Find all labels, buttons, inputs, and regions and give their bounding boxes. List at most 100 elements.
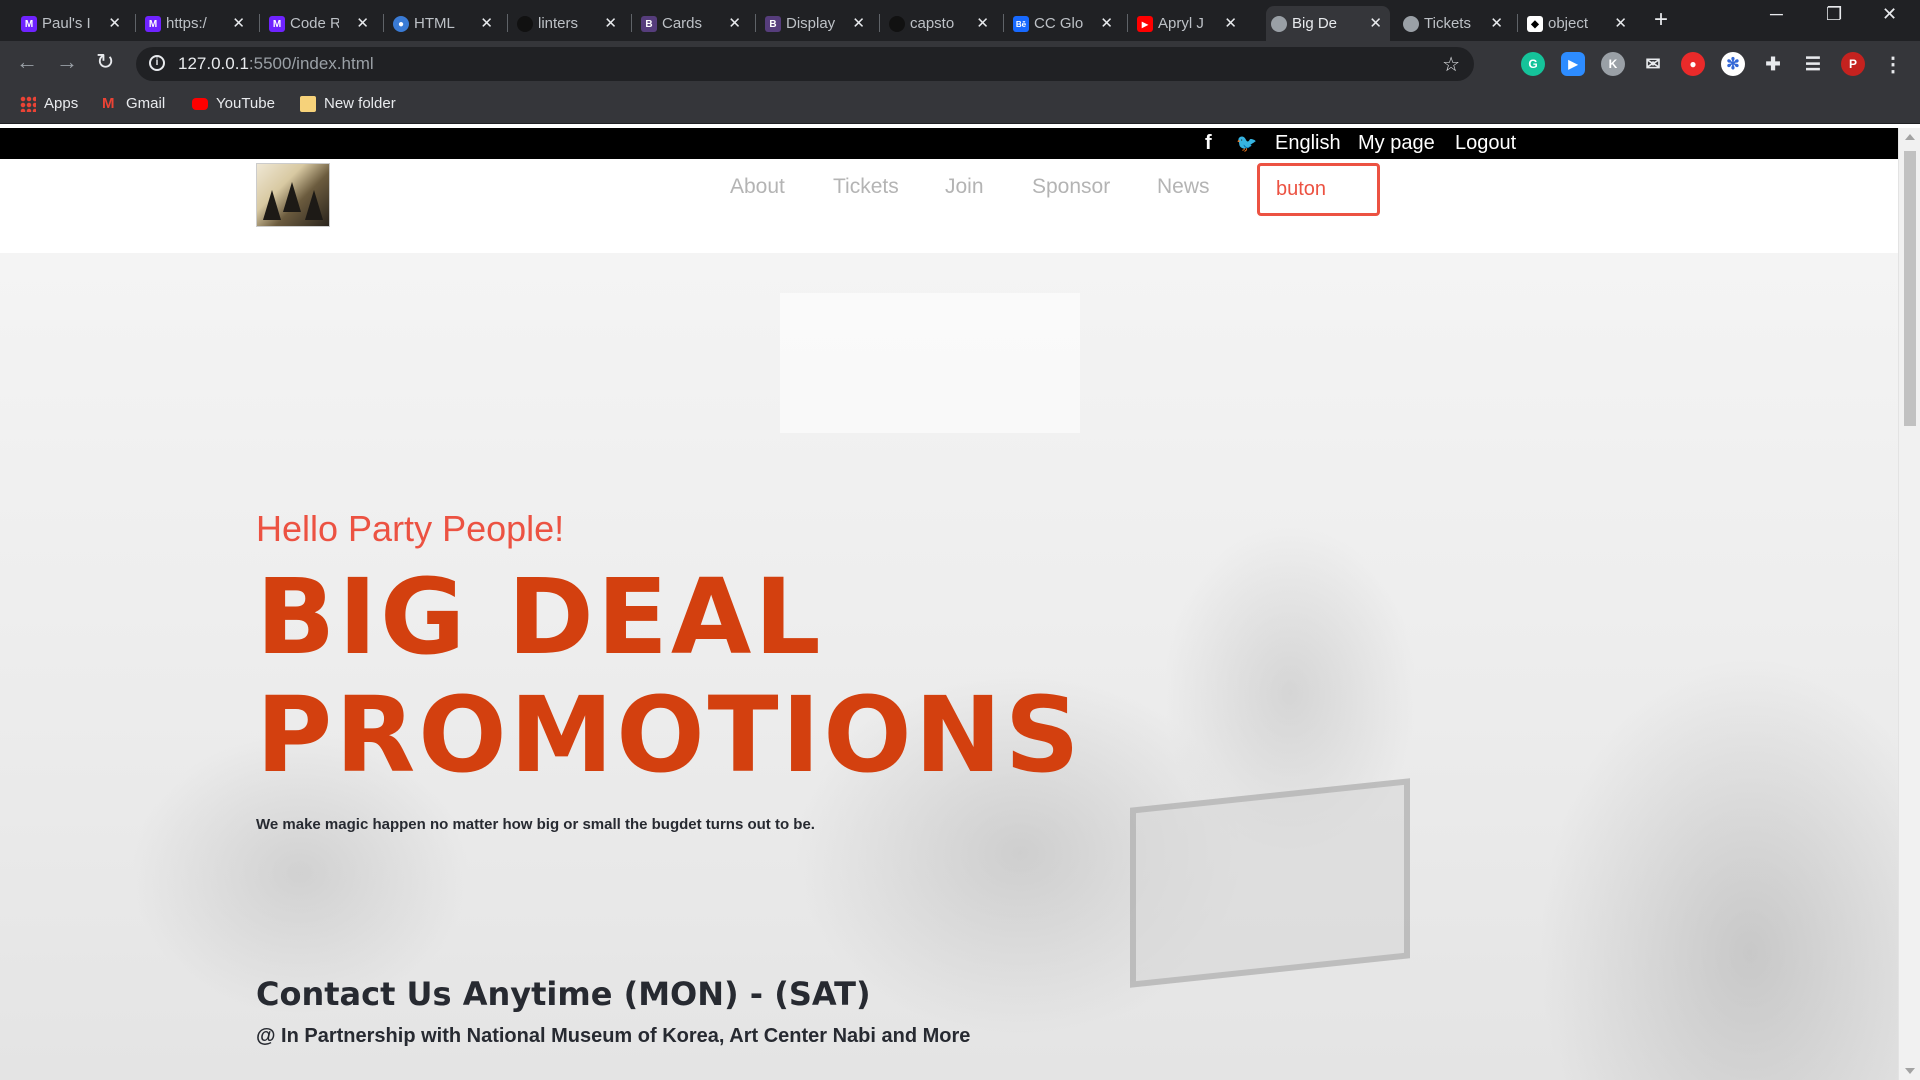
new-tab-button[interactable]: + xyxy=(1654,8,1668,32)
nav-about[interactable]: About xyxy=(730,175,785,199)
tab-label: Code R xyxy=(290,15,339,32)
bookmark-youtube[interactable]: YouTube xyxy=(192,95,275,112)
url-text[interactable]: 127.0.0.1:5500/index.html xyxy=(178,54,374,74)
folder-icon xyxy=(300,95,316,112)
close-icon[interactable]: ✕ xyxy=(108,14,121,32)
close-icon[interactable]: ✕ xyxy=(356,14,369,32)
bookmark-new-folder[interactable]: New folder xyxy=(300,95,396,112)
tab[interactable]: ● HTML ✕ xyxy=(388,6,501,41)
close-icon[interactable]: ✕ xyxy=(728,14,741,32)
language-link[interactable]: English xyxy=(1275,132,1341,155)
hero-greeting: Hello Party People! xyxy=(256,508,565,549)
restore-button[interactable]: ❐ xyxy=(1826,4,1842,25)
nav-tickets[interactable]: Tickets xyxy=(833,175,899,199)
tab[interactable]: ▶ Apryl J ✕ xyxy=(1132,6,1245,41)
forward-icon[interactable]: → xyxy=(56,51,78,73)
close-icon[interactable]: ✕ xyxy=(1369,14,1382,32)
mail-icon[interactable]: ✉ xyxy=(1641,52,1665,76)
reload-icon[interactable]: ↻ xyxy=(96,51,114,73)
close-icon[interactable]: ✕ xyxy=(480,14,493,32)
menu-icon[interactable]: ⋮ xyxy=(1881,52,1905,76)
scroll-up-icon[interactable] xyxy=(1905,134,1915,140)
media-queue-icon[interactable]: ☰ xyxy=(1801,52,1825,76)
twitter-icon[interactable]: 🐦 xyxy=(1236,134,1257,154)
close-icon[interactable]: ✕ xyxy=(1100,14,1113,32)
my-page-link[interactable]: My page xyxy=(1358,132,1435,155)
bootstrap-icon: B xyxy=(765,16,781,32)
minimize-button[interactable]: ─ xyxy=(1770,4,1783,25)
url-host: 127.0.0.1 xyxy=(178,54,249,73)
page-viewport: f 🐦 English My page Logout About Tickets… xyxy=(0,128,1898,1080)
tab-label: https:/ xyxy=(166,15,207,32)
scrollbar-thumb[interactable] xyxy=(1904,151,1916,426)
tab[interactable]: ◆ object ✕ xyxy=(1522,6,1635,41)
site-header: About Tickets Join Sponsor News buton xyxy=(0,159,1898,260)
close-icon[interactable]: ✕ xyxy=(1614,14,1627,32)
close-icon[interactable]: ✕ xyxy=(852,14,865,32)
back-icon[interactable]: ← xyxy=(16,51,38,73)
youtube-icon xyxy=(192,97,208,110)
page-scrollbar[interactable] xyxy=(1898,128,1920,1080)
globe-icon xyxy=(1403,16,1419,32)
url-path: :5500/index.html xyxy=(248,54,374,73)
close-icon[interactable]: ✕ xyxy=(232,14,245,32)
profile-avatar[interactable]: P xyxy=(1841,52,1865,76)
snowflake-icon[interactable]: ✻ xyxy=(1721,52,1745,76)
close-window-button[interactable]: ✕ xyxy=(1882,4,1897,25)
scroll-down-icon[interactable] xyxy=(1905,1068,1915,1074)
grammarly-icon[interactable]: G xyxy=(1521,52,1545,76)
microverse-icon: M xyxy=(145,16,161,32)
microverse-icon: M xyxy=(269,16,285,32)
bookmark-gmail[interactable]: M Gmail xyxy=(102,95,165,112)
tab[interactable]: M Code R ✕ xyxy=(264,6,377,41)
tab[interactable]: B Display ✕ xyxy=(760,6,873,41)
partner-text: @ In Partnership with National Museum of… xyxy=(256,1025,971,1047)
bookmarks-bar: Apps M Gmail YouTube New folder xyxy=(0,88,1920,124)
tab-label: Display xyxy=(786,15,835,32)
address-bar[interactable]: i 127.0.0.1:5500/index.html ☆ xyxy=(136,47,1474,81)
tab-active[interactable]: Big De ✕ xyxy=(1266,6,1390,41)
bookmark-apps[interactable]: Apps xyxy=(20,95,78,112)
hero-tagline: We make magic happen no matter how big o… xyxy=(256,816,815,833)
close-icon[interactable]: ✕ xyxy=(1490,14,1503,32)
bookmark-label: Gmail xyxy=(126,95,166,112)
behance-icon: Bē xyxy=(1013,16,1029,32)
tab[interactable]: M Paul's I ✕ xyxy=(16,6,129,41)
close-icon[interactable]: ✕ xyxy=(976,14,989,32)
tab-label: linters xyxy=(538,15,579,32)
extension-red-icon[interactable]: ● xyxy=(1681,52,1705,76)
nav-join[interactable]: Join xyxy=(945,175,984,199)
github-icon xyxy=(517,16,533,32)
tab-label: Paul's I xyxy=(42,15,91,32)
bookmark-label: Apps xyxy=(44,95,79,112)
bookmark-star-icon[interactable]: ☆ xyxy=(1442,52,1460,77)
extension-k-icon[interactable]: K xyxy=(1601,52,1625,76)
contact-heading: Contact Us Anytime (MON) - (SAT) xyxy=(256,975,871,1013)
puzzle-icon[interactable]: ✚ xyxy=(1761,52,1785,76)
tab[interactable]: Tickets ✕ xyxy=(1398,6,1511,41)
tab-strip: M Paul's I ✕ M https:/ ✕ M Code R ✕ ● HT… xyxy=(0,0,1920,41)
tab[interactable]: B Cards ✕ xyxy=(636,6,749,41)
tab[interactable]: capsto ✕ xyxy=(884,6,997,41)
close-icon[interactable]: ✕ xyxy=(1224,14,1237,32)
chat-icon: ● xyxy=(393,16,409,32)
nav-news[interactable]: News xyxy=(1157,175,1210,199)
tab-label: Tickets xyxy=(1424,15,1471,32)
tab-label: HTML xyxy=(414,15,455,32)
tab[interactable]: linters ✕ xyxy=(512,6,625,41)
zoom-icon[interactable]: ▶ xyxy=(1561,52,1585,76)
info-icon[interactable]: i xyxy=(149,55,165,71)
logout-link[interactable]: Logout xyxy=(1455,132,1516,155)
globe-icon xyxy=(1271,16,1287,32)
gmail-icon: M xyxy=(102,94,115,112)
github-icon xyxy=(889,16,905,32)
logo[interactable] xyxy=(256,163,330,227)
close-icon[interactable]: ✕ xyxy=(604,14,617,32)
facebook-icon[interactable]: f xyxy=(1205,132,1212,155)
browser-toolbar: ← → ↻ i 127.0.0.1:5500/index.html ☆ G ▶ … xyxy=(0,41,1920,88)
nav-sponsor[interactable]: Sponsor xyxy=(1032,175,1110,199)
nav-button[interactable]: buton xyxy=(1257,163,1380,216)
tab[interactable]: Bē CC Glo ✕ xyxy=(1008,6,1121,41)
tab[interactable]: M https:/ ✕ xyxy=(140,6,253,41)
tab-label: CC Glo xyxy=(1034,15,1083,32)
